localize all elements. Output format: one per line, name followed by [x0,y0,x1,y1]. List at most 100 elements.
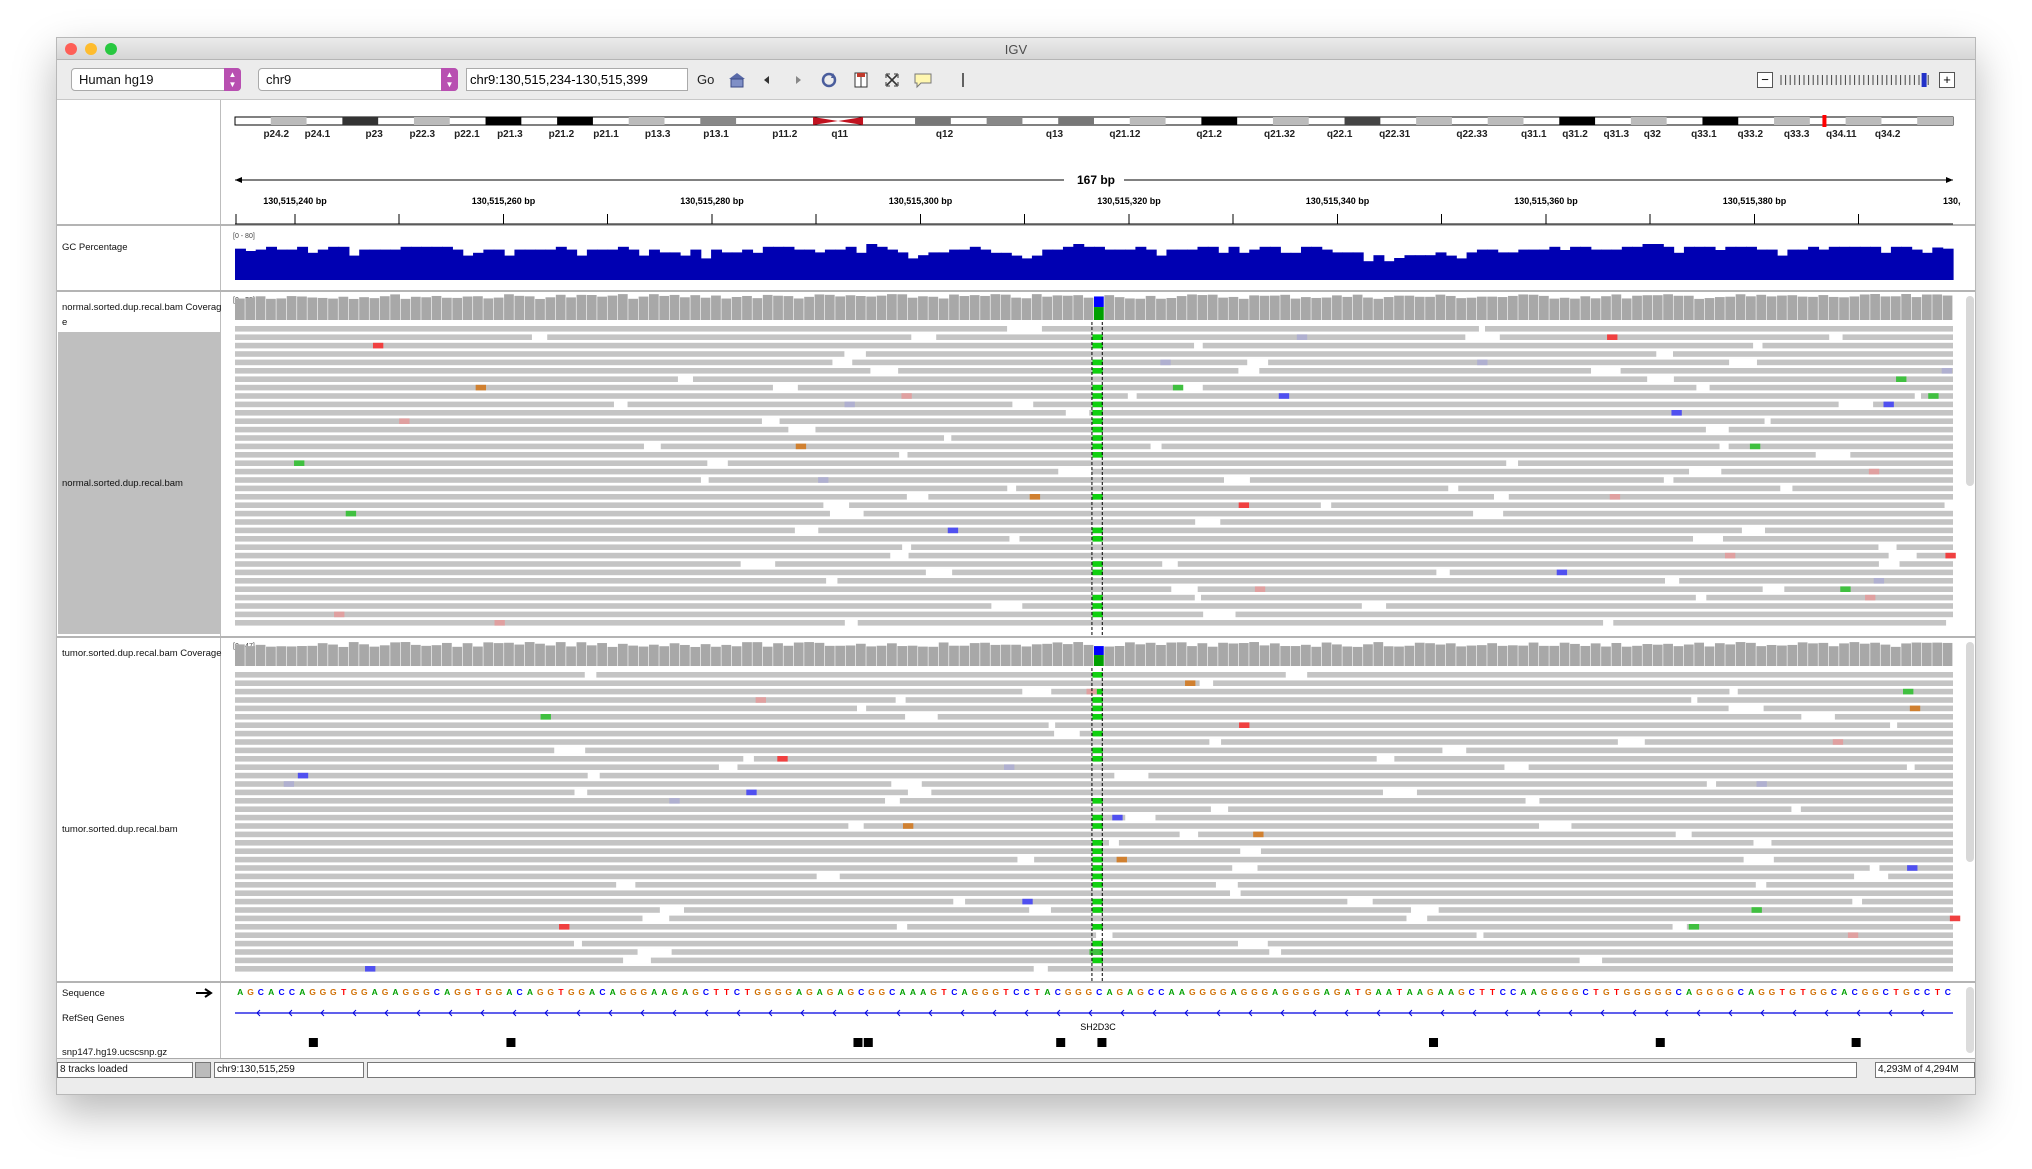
gc-bar[interactable] [348,255,360,280]
coverage-bar[interactable] [255,644,266,666]
read-mismatch-A[interactable] [1092,873,1103,880]
coverage-bar[interactable] [638,296,649,320]
read[interactable] [235,940,574,947]
coverage-bar[interactable] [866,646,877,666]
read-mismatch-A[interactable] [1092,924,1103,930]
coverage-bar[interactable] [918,646,928,666]
coverage-bar[interactable] [1570,298,1580,320]
gc-bar[interactable] [1704,246,1716,280]
read[interactable] [1503,510,1953,517]
coverage-bar[interactable] [1621,298,1632,320]
read[interactable] [1427,915,1953,922]
coverage-bar[interactable] [1321,297,1332,320]
coverage-bar[interactable] [1580,296,1591,320]
snp-feature[interactable] [1429,1038,1439,1047]
gc-bar[interactable] [328,246,340,280]
gene-label[interactable]: SH2D3C [1080,1022,1116,1032]
coverage-bar[interactable] [1466,645,1477,666]
gc-bar[interactable] [1539,249,1550,280]
coverage-bar[interactable] [1880,644,1891,666]
coverage-bar[interactable] [307,645,318,666]
gc-bar[interactable] [1901,246,1913,280]
coverage-bar[interactable] [1197,643,1208,666]
coverage-bar[interactable] [1652,295,1663,320]
coverage-bar[interactable] [1539,645,1549,666]
read[interactable] [1237,882,1756,888]
read[interactable] [235,401,614,408]
coverage-bar[interactable] [524,296,535,320]
coverage-bar[interactable] [648,644,659,666]
read[interactable] [1620,368,1953,374]
gc-bar[interactable] [1104,249,1116,280]
read[interactable] [779,418,1765,424]
read-mismatch[interactable] [1949,915,1961,922]
coverage-bar[interactable] [783,296,794,320]
read[interactable] [235,334,532,340]
read[interactable] [235,611,1204,618]
coverage-bar[interactable] [887,643,897,666]
read-mismatch-A[interactable] [1092,359,1103,366]
read-mismatch[interactable] [399,418,410,424]
feature-track-area[interactable]: SH2D3C AGCACCAGGGTGGAGAGGGCAGGTGGACAGGTG… [227,983,1961,1058]
coverage-bar[interactable] [680,297,690,320]
coverage-bar[interactable] [1352,294,1363,320]
read[interactable] [849,502,1321,508]
read[interactable] [1136,393,1915,399]
read[interactable] [1260,848,1953,854]
coverage-bar[interactable] [1445,295,1456,320]
read-mismatch[interactable] [1941,368,1953,374]
coverage-bar[interactable] [980,642,990,666]
gc-bar[interactable] [1404,255,1416,280]
read-mismatch[interactable] [1909,705,1921,712]
read-mismatch[interactable] [947,527,959,534]
read-mismatch-A[interactable] [1092,536,1103,542]
coverage-bar[interactable] [317,643,328,666]
coverage-bar[interactable] [1632,645,1642,666]
read[interactable] [235,359,833,366]
gc-bar[interactable] [1114,249,1126,280]
read[interactable] [235,781,892,787]
gc-bar[interactable] [1911,249,1923,280]
coverage-bar[interactable] [1694,298,1705,320]
coverage-bar[interactable] [1394,295,1404,320]
coverage-bar[interactable] [835,296,846,320]
normal-alignments-svg[interactable]: [0 - 59] [227,292,1961,636]
read[interactable] [899,798,1526,804]
coverage-bar[interactable] [1269,643,1280,666]
gc-bar[interactable] [1414,255,1426,280]
read[interactable] [1331,502,1945,508]
coverage-bar[interactable] [876,295,887,320]
gc-bar[interactable] [297,246,309,280]
read[interactable] [1766,882,1953,888]
coverage-bar[interactable] [266,646,276,666]
read-mismatch[interactable] [365,966,376,972]
coverage-bar[interactable] [773,643,783,666]
gc-bar[interactable] [379,249,391,280]
coverage-bar[interactable] [711,646,721,666]
coverage-bar[interactable] [1083,644,1094,666]
coverage-bar[interactable] [959,645,970,666]
gc-bar[interactable] [1601,249,1613,280]
feature-scrollbar[interactable] [1966,987,1974,1053]
coverage-bar[interactable] [1156,644,1166,666]
read-mismatch[interactable] [283,781,295,787]
read-mismatch[interactable] [1004,764,1015,770]
read[interactable] [235,578,827,584]
coverage-bar[interactable] [286,296,297,320]
read-mismatch-A[interactable] [1092,494,1103,500]
read[interactable] [1728,426,1953,433]
read-mismatch[interactable] [1903,688,1914,695]
coverage-bar[interactable] [1777,645,1787,666]
coverage-bar[interactable] [721,644,732,666]
coverage-bar[interactable] [1207,646,1218,666]
coverage-bar[interactable] [307,297,318,320]
coverage-bar[interactable] [1466,297,1477,320]
coverage-bar[interactable] [1311,646,1322,666]
read[interactable] [235,502,824,508]
forward-arrow-icon[interactable] [788,70,808,90]
tumor-scrollbar[interactable] [1966,642,1974,862]
read-mismatch-A[interactable] [1092,426,1103,433]
read[interactable] [585,747,1443,754]
read-mismatch-A[interactable] [1092,672,1103,678]
gc-bar[interactable] [1094,246,1105,280]
